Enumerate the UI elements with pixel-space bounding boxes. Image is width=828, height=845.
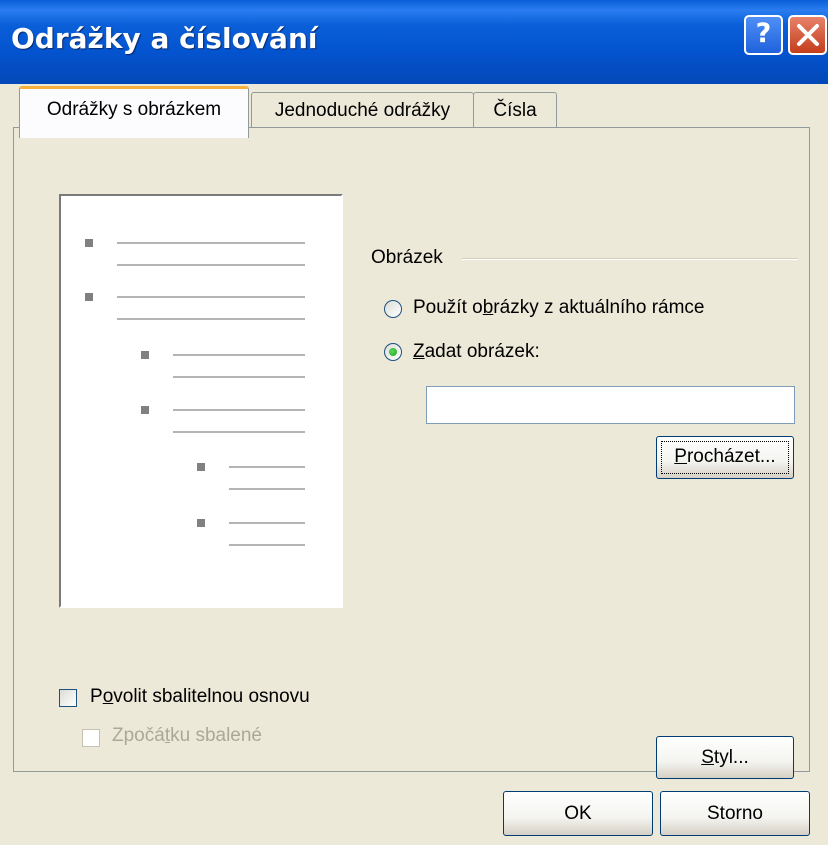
close-button[interactable] <box>788 15 827 55</box>
enable-collapsible-outline-label[interactable]: Povolit sbalitelnou osnovu <box>90 686 310 708</box>
initially-collapsed-checkbox[interactable] <box>82 729 100 747</box>
picture-group-label: Obrázek <box>371 247 443 268</box>
focus-rectangle <box>661 441 789 474</box>
browse-button[interactable]: Procházet... <box>656 436 794 479</box>
ok-button[interactable]: OK <box>503 791 653 836</box>
enable-collapsible-outline-checkbox[interactable] <box>59 689 77 707</box>
help-button[interactable]: ? <box>744 15 783 55</box>
initially-collapsed-label: Zpočátku sbalené <box>112 725 262 746</box>
cancel-button[interactable]: Storno <box>660 791 810 836</box>
tab-label: Jednoduché odrážky <box>274 100 451 121</box>
bullet-preview <box>59 194 343 608</box>
tab-label: Čísla <box>493 100 537 121</box>
specify-picture-label[interactable]: Zadat obrázek: <box>413 341 540 363</box>
window-title: Odrážky a číslování <box>11 22 318 55</box>
dialog-client: Odrážky s obrázkem Jednoduché odrážky Čí… <box>0 84 828 845</box>
tab-simple-bullets[interactable]: Jednoduché odrážky <box>251 92 474 130</box>
use-frame-pictures-radio[interactable] <box>384 300 402 318</box>
use-frame-pictures-label[interactable]: Použít obrázky z aktuálního rámce <box>413 297 705 319</box>
tab-bulleted-pictures[interactable]: Odrážky s obrázkem <box>19 86 249 138</box>
help-icon: ? <box>755 18 772 49</box>
group-divider <box>462 258 798 260</box>
preview-illustration <box>85 239 305 546</box>
close-icon <box>797 24 819 46</box>
tab-panel: Obrázek Použít obrázky z aktuálního rámc… <box>13 127 810 779</box>
specify-picture-radio[interactable] <box>384 343 402 361</box>
tab-numbers[interactable]: Čísla <box>473 92 557 130</box>
style-button[interactable]: Styl... <box>656 736 794 779</box>
title-bar[interactable]: Odrážky a číslování ? <box>0 0 828 84</box>
picture-path-input[interactable] <box>426 386 795 424</box>
tab-label: Odrážky s obrázkem <box>46 99 222 120</box>
